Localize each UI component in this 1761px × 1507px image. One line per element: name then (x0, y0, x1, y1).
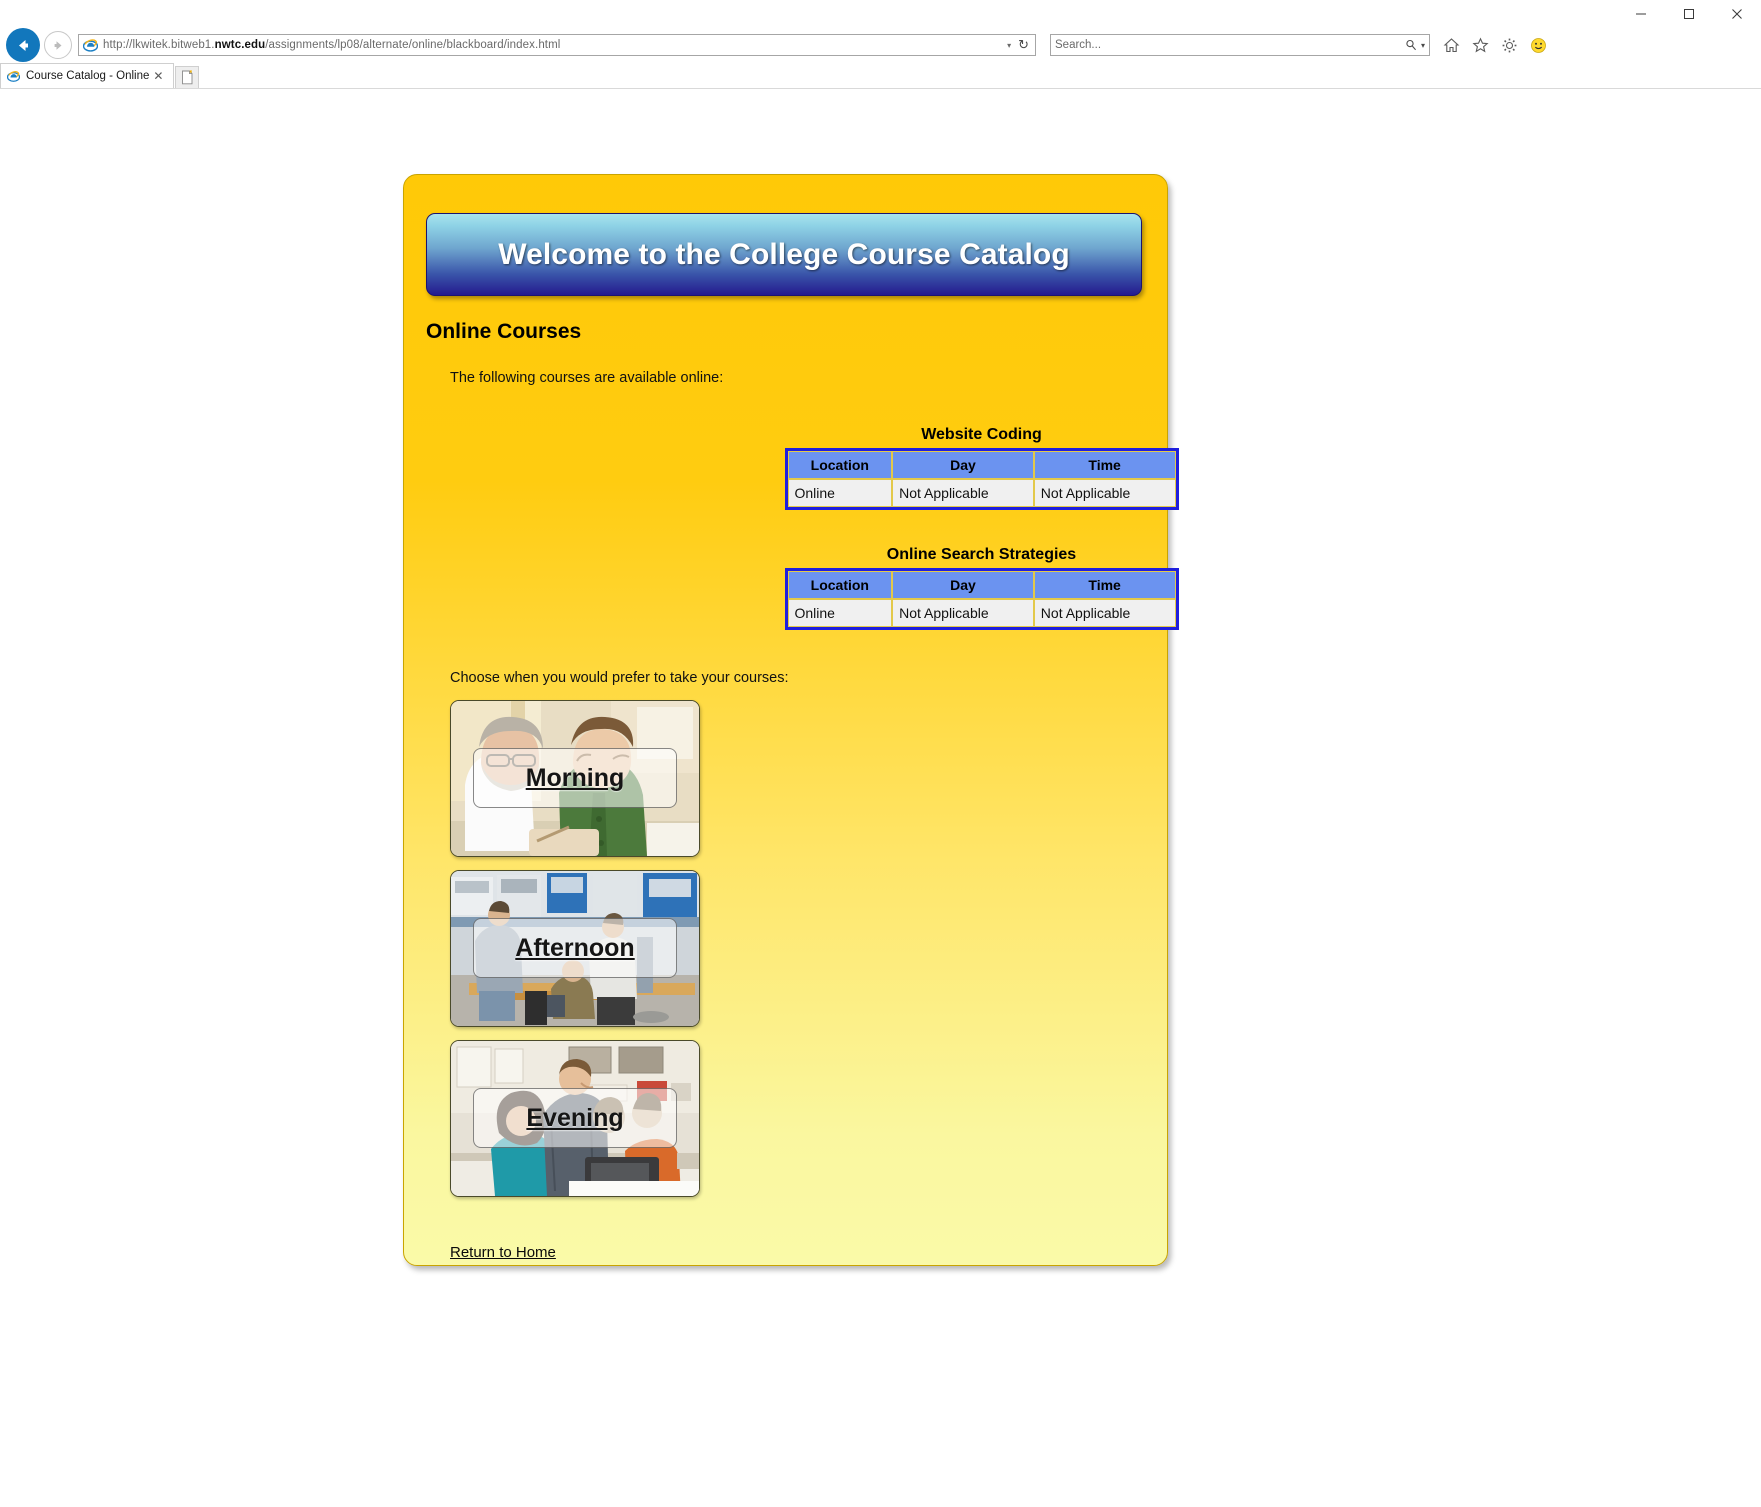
search-icon-group[interactable]: ▾ (1405, 39, 1425, 51)
search-box[interactable]: Search... ▾ (1050, 34, 1430, 56)
cell-day: Not Applicable (892, 479, 1034, 507)
table-caption: Online Search Strategies (886, 546, 1077, 563)
chrome-icon-bar (1442, 36, 1547, 54)
table-header-row: Location Day Time (787, 451, 1176, 479)
morning-label: Morning (525, 763, 625, 792)
new-tab-icon (181, 70, 193, 85)
table-caption: Website Coding (921, 426, 1042, 443)
evening-label-box: Evening (473, 1088, 677, 1148)
page-heading: Online Courses (426, 320, 582, 343)
search-icon (1406, 39, 1416, 51)
cell-location: Online (787, 479, 893, 507)
morning-label-box: Morning (473, 748, 677, 808)
search-placeholder: Search... (1055, 39, 1102, 51)
time-preference-buttons: Morning Afternoon Evening (450, 700, 1167, 1197)
search-dropdown-icon[interactable]: ▾ (1421, 41, 1425, 50)
page-banner: Welcome to the College Course Catalog (426, 213, 1142, 296)
forward-button[interactable] (44, 31, 72, 59)
page-viewport: Welcome to the College Course Catalog On… (0, 89, 1761, 1507)
table-header-row: Location Day Time (787, 571, 1176, 599)
chooser-prompt: Choose when you would prefer to take you… (450, 670, 789, 686)
evening-image-button[interactable]: Evening (450, 1040, 700, 1197)
back-button[interactable] (6, 28, 40, 62)
new-tab-button[interactable] (175, 66, 200, 88)
tab-course-catalog-online[interactable]: Course Catalog - Online ✕ (0, 63, 175, 88)
column-header-day: Day (892, 571, 1034, 599)
column-header-day: Day (892, 451, 1034, 479)
forward-arrow-icon (54, 40, 61, 50)
minimize-button[interactable] (1617, 0, 1665, 28)
afternoon-label: Afternoon (515, 933, 635, 962)
tab-strip: Course Catalog - Online ✕ (0, 62, 1761, 89)
course-catalog-page: Welcome to the College Course Catalog On… (403, 174, 1179, 1266)
title-bar (0, 0, 1761, 28)
address-dropdown-icon[interactable]: ▾ (1007, 41, 1011, 50)
table-row: Online Not Applicable Not Applicable (787, 479, 1176, 507)
cell-location: Online (787, 599, 893, 627)
column-header-location: Location (787, 571, 893, 599)
favorites-star-icon[interactable] (1471, 36, 1489, 54)
address-bar[interactable]: http://lkwitek.bitweb1.nwtc.edu/assignme… (78, 34, 1036, 56)
course-table: Location Day Time Online Not Applicable … (784, 568, 1179, 630)
table-row: Online Not Applicable Not Applicable (787, 599, 1176, 627)
return-to-home-link[interactable]: Return to Home (450, 1244, 556, 1261)
maximize-button[interactable] (1665, 0, 1713, 28)
column-header-time: Time (1033, 571, 1176, 599)
course-table: Location Day Time Online Not Applicable … (784, 448, 1179, 510)
url-suffix: /assignments/lp08/alternate/online/black… (265, 39, 561, 51)
ie-logo-icon (7, 70, 20, 82)
cell-day: Not Applicable (892, 599, 1034, 627)
intro-text: The following courses are available onli… (450, 370, 724, 386)
cell-time: Not Applicable (1033, 479, 1176, 507)
afternoon-image-button[interactable]: Afternoon (450, 870, 700, 1027)
browser-window: http://lkwitek.bitweb1.nwtc.edu/assignme… (0, 0, 1761, 1507)
close-button[interactable] (1713, 0, 1761, 28)
smiley-icon[interactable] (1529, 36, 1547, 54)
column-header-time: Time (1033, 451, 1176, 479)
refresh-icon[interactable]: ↻ (1018, 37, 1029, 53)
back-arrow-icon (18, 39, 28, 51)
tab-close-icon[interactable]: ✕ (153, 69, 163, 83)
cell-time: Not Applicable (1033, 599, 1176, 627)
morning-image-button[interactable]: Morning (450, 700, 700, 857)
url-domain: nwtc.edu (214, 39, 266, 51)
gear-icon[interactable] (1500, 36, 1518, 54)
banner-title: Welcome to the College Course Catalog (498, 237, 1070, 271)
url-prefix: http://lkwitek.bitweb1. (103, 39, 215, 51)
afternoon-label-box: Afternoon (473, 918, 677, 978)
navigation-bar: http://lkwitek.bitweb1.nwtc.edu/assignme… (0, 28, 1761, 62)
home-icon[interactable] (1442, 36, 1460, 54)
course-table-block-online-search-strategies: Online Search Strategies Location Day Ti… (404, 546, 1179, 630)
url-text: http://lkwitek.bitweb1.nwtc.edu/assignme… (103, 39, 1003, 51)
tab-title: Course Catalog - Online (26, 70, 150, 82)
course-table-block-website-coding: Website Coding Location Day Time Online … (404, 426, 1179, 510)
ie-logo-icon (83, 38, 98, 52)
evening-label: Evening (526, 1103, 624, 1132)
window-controls (1617, 0, 1761, 28)
column-header-location: Location (787, 451, 893, 479)
